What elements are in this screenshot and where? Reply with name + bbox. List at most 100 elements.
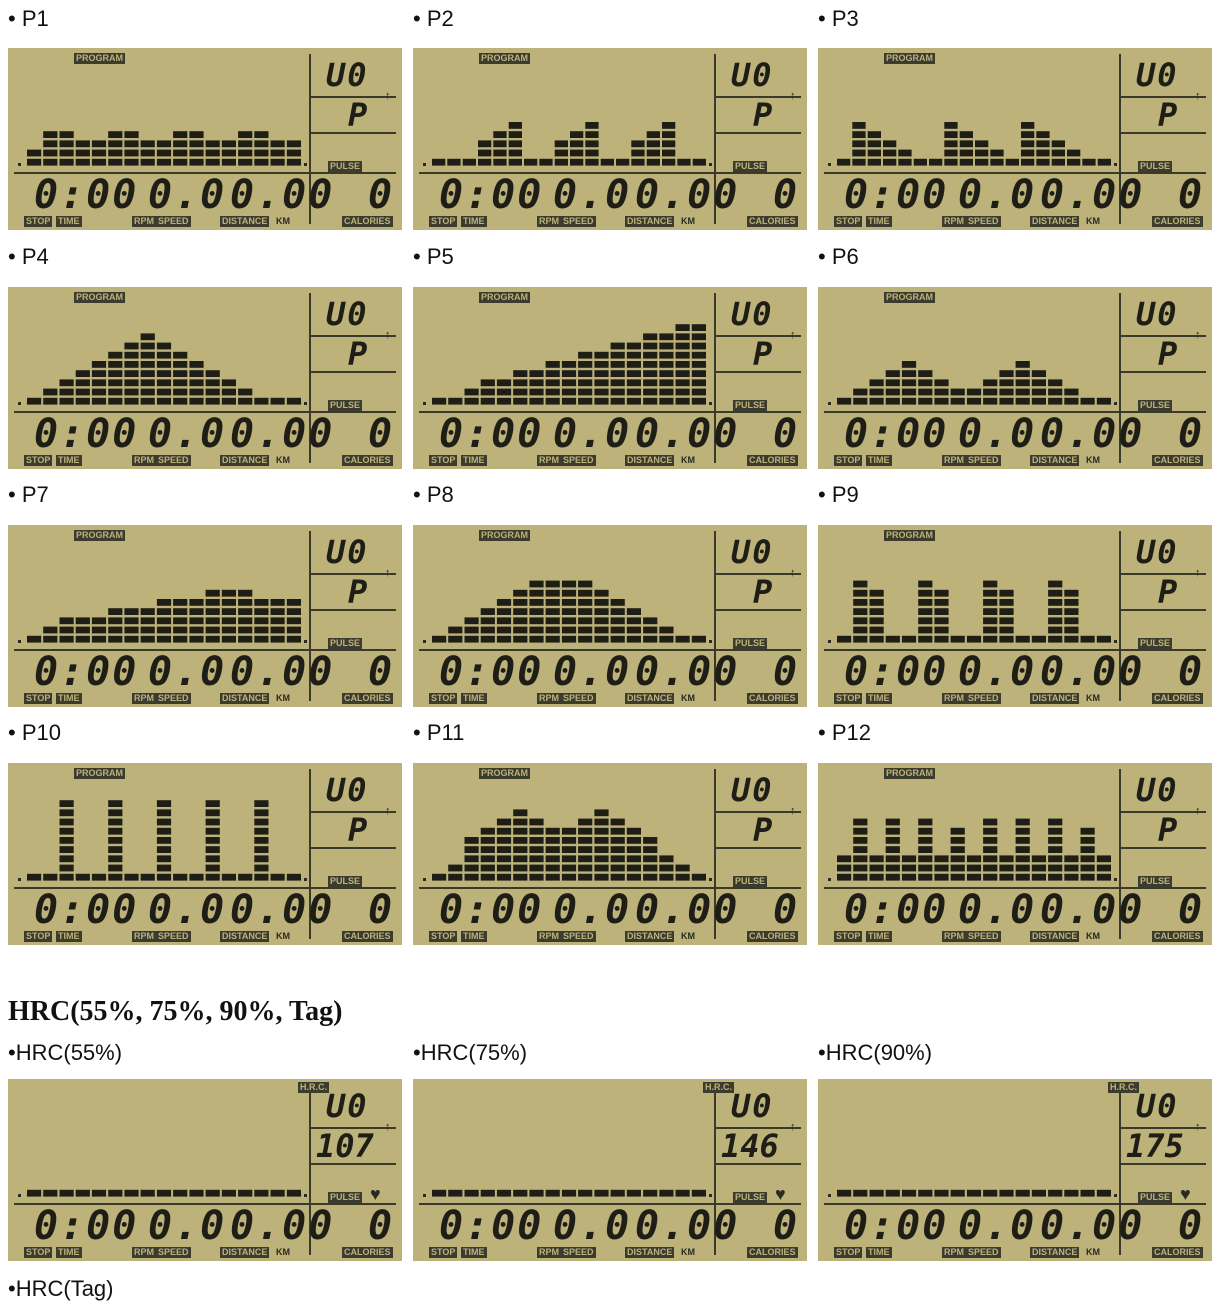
pulse-value: 175 [1126, 1127, 1184, 1165]
profile-segment [885, 827, 900, 835]
time-display: 0:00 [844, 411, 949, 457]
profile-segment [432, 1189, 447, 1197]
profile-segment [1048, 379, 1063, 387]
profile-segment [1015, 837, 1030, 844]
profile-segment [561, 827, 577, 835]
profile-segment [1096, 855, 1111, 863]
profile-segment [1048, 873, 1063, 881]
profile-segment [464, 855, 479, 863]
profile-segment [432, 873, 447, 881]
profile-segment [691, 370, 706, 377]
profile-segment [75, 1189, 90, 1197]
profile-segment [156, 599, 172, 606]
profile-segment [124, 617, 139, 625]
profile-segment [1031, 379, 1046, 387]
right-edge-tick [709, 640, 712, 643]
profile-segment [75, 149, 90, 157]
profile-segment [950, 837, 965, 844]
level-display: U0 [1136, 533, 1179, 571]
program-caption: • P1 [8, 6, 49, 31]
profile-segment [478, 149, 492, 157]
distance-display: 0.00 [635, 1203, 740, 1249]
profile-segment [570, 140, 584, 148]
profile-segment [610, 351, 625, 359]
distance-display: 0.00 [230, 887, 335, 933]
profile-segment [1064, 635, 1079, 643]
program-lcd-panel: PROGRAM U0 ↑ P PULSE 0:00 0.0 0.00 0 STOP TIME RPM S… [8, 48, 402, 230]
distance-display: 0.00 [635, 411, 740, 457]
level-arrow-icon: ↑ [790, 329, 796, 341]
distance-display: 0.00 [1040, 411, 1145, 457]
profile-segment [959, 158, 973, 166]
profile-segment [221, 589, 236, 597]
pulse-p-display: P [1158, 335, 1180, 373]
level-arrow-icon: ↑ [790, 90, 796, 102]
profile-segment [140, 617, 155, 625]
profile-bar-graph [27, 800, 301, 881]
profile-segment [561, 397, 577, 405]
level-arrow-icon: ↑ [1195, 90, 1201, 102]
profile-segment [885, 388, 900, 396]
profile-segment [675, 351, 690, 359]
profile-segment [529, 370, 544, 377]
distance-tag: DISTANCE [625, 216, 675, 227]
profile-segment [1036, 158, 1050, 166]
profile-segment [934, 1189, 949, 1197]
profile-segment [626, 827, 641, 835]
profile-segment [205, 827, 220, 835]
km-tag: KM [276, 216, 290, 226]
profile-segment [189, 1189, 204, 1197]
program-tag: PROGRAM [74, 768, 125, 779]
profile-segment [1048, 617, 1063, 625]
profile-segment [610, 388, 625, 396]
pulse-tag: PULSE [733, 876, 768, 887]
profile-segment [91, 397, 107, 405]
profile-segment [156, 140, 172, 148]
profile-segment [508, 131, 522, 138]
profile-segment [156, 149, 172, 157]
profile-segment [918, 864, 933, 872]
profile-segment [853, 599, 868, 606]
profile-segment [173, 873, 188, 881]
profile-segment [594, 599, 609, 606]
profile-segment [124, 361, 139, 368]
profile-segment [529, 599, 544, 606]
profile-segment [529, 873, 544, 881]
profile-segment [480, 827, 495, 835]
profile-segment [561, 608, 577, 615]
profile-segment [918, 827, 933, 835]
profile-segment [869, 864, 884, 872]
speed-display: 0.0 [958, 1203, 1037, 1249]
profile-segment [837, 158, 851, 166]
profile-segment [221, 599, 236, 606]
km-tag: KM [681, 216, 695, 226]
profile-segment [270, 599, 285, 606]
profile-segment [626, 837, 641, 844]
program-caption: • P12 [818, 720, 871, 745]
profile-segment [610, 342, 625, 350]
profile-segment [643, 1189, 658, 1197]
calories-display: 0 [1178, 172, 1205, 218]
pulse-tag: PULSE [1138, 876, 1173, 887]
right-edge-tick [709, 878, 712, 881]
calories-tag: CALORIES [342, 931, 393, 942]
profile-segment [205, 617, 220, 625]
speed-display: 0.0 [958, 411, 1037, 457]
profile-segment [852, 122, 866, 129]
profile-segment [691, 873, 706, 881]
profile-segment [626, 1189, 641, 1197]
profile-segment [918, 397, 933, 405]
profile-segment [691, 635, 706, 643]
profile-segment [610, 864, 625, 872]
profile-segment [221, 1189, 236, 1197]
heart-icon: ♥ [775, 1184, 786, 1204]
profile-segment [27, 1189, 42, 1197]
profile-segment [983, 617, 998, 625]
profile-segment [918, 1189, 933, 1197]
profile-segment [966, 873, 982, 881]
profile-segment [189, 599, 204, 606]
profile-segment [610, 599, 625, 606]
profile-segment [643, 342, 658, 350]
profile-segment [659, 397, 674, 405]
profile-segment [585, 149, 599, 157]
